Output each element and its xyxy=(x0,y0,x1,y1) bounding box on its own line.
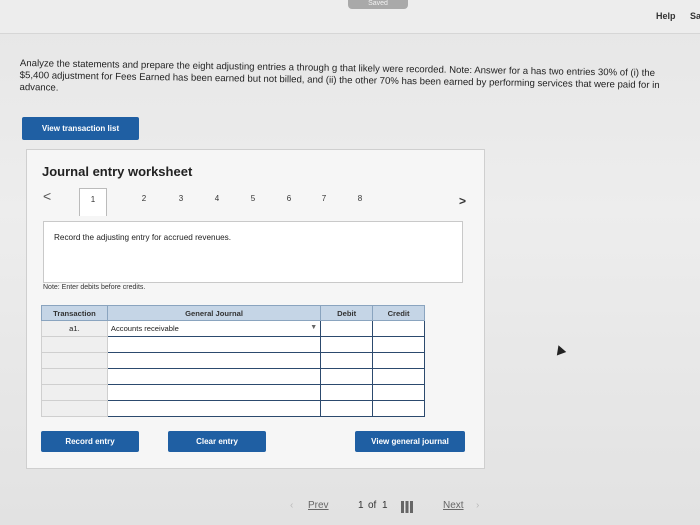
next-entry-chevron-icon[interactable]: > xyxy=(459,194,466,208)
view-general-journal-button[interactable]: View general journal xyxy=(355,431,465,452)
tab-entry-2[interactable]: 2 xyxy=(130,188,158,210)
column-header-transaction: Transaction xyxy=(41,305,108,321)
current-page: 1 xyxy=(358,500,364,511)
debit-input[interactable] xyxy=(320,320,374,337)
credit-input[interactable] xyxy=(372,336,425,353)
dropdown-arrow-icon[interactable]: ▼ xyxy=(310,324,317,331)
clear-entry-button[interactable]: Clear entry xyxy=(168,431,266,452)
entry-prompt: Record the adjusting entry for accrued r… xyxy=(54,233,232,242)
column-header-credit: Credit xyxy=(372,305,425,321)
worksheet-title: Journal entry worksheet xyxy=(42,164,193,179)
entry-note: Note: Enter debits before credits. xyxy=(43,284,146,291)
record-entry-button[interactable]: Record entry xyxy=(41,431,139,452)
account-select[interactable] xyxy=(106,352,322,369)
account-select[interactable] xyxy=(106,336,322,353)
table-row xyxy=(41,352,425,369)
credit-input[interactable] xyxy=(372,352,425,369)
journal-table: Transaction General Journal Debit Credit… xyxy=(41,305,425,417)
of-label: of xyxy=(368,500,377,511)
credit-input[interactable] xyxy=(372,368,425,385)
debit-input[interactable] xyxy=(320,384,374,401)
column-header-general-journal: General Journal xyxy=(106,305,322,321)
debit-input[interactable] xyxy=(320,400,374,417)
saved-indicator: Saved xyxy=(348,0,408,9)
instructions-text: Analyze the statements and prepare the e… xyxy=(19,58,660,94)
table-row: a1. Accounts receivable ▼ xyxy=(41,320,425,337)
transaction-cell: a1. xyxy=(41,320,108,337)
transaction-cell xyxy=(41,368,108,385)
account-select[interactable]: Accounts receivable ▼ xyxy=(106,320,322,337)
chevron-left-icon[interactable]: ‹ xyxy=(290,500,293,511)
save-link[interactable]: Sa xyxy=(690,11,700,21)
debit-input[interactable] xyxy=(320,368,374,385)
previous-entry-chevron-icon[interactable]: < xyxy=(43,188,51,204)
prev-page-link[interactable]: Prev xyxy=(308,500,329,511)
table-row xyxy=(41,384,425,401)
account-select[interactable] xyxy=(106,368,322,385)
column-header-debit: Debit xyxy=(320,305,374,321)
top-bar: Saved Help Sa xyxy=(0,0,700,34)
mouse-cursor-icon xyxy=(553,343,567,356)
account-value: Accounts receivable xyxy=(110,324,179,333)
debit-input[interactable] xyxy=(320,352,374,369)
page-grid-icon[interactable] xyxy=(401,501,413,513)
tab-entry-3[interactable]: 3 xyxy=(167,188,195,210)
debit-input[interactable] xyxy=(320,336,374,353)
tab-entry-1[interactable]: 1 xyxy=(79,188,107,216)
chevron-right-icon[interactable]: › xyxy=(476,500,479,511)
transaction-cell xyxy=(41,336,108,353)
total-pages: 1 xyxy=(382,500,388,511)
table-row xyxy=(41,400,425,417)
next-page-link[interactable]: Next xyxy=(443,500,464,511)
tab-entry-5[interactable]: 5 xyxy=(239,188,267,210)
account-select[interactable] xyxy=(106,400,322,417)
table-row xyxy=(41,368,425,385)
credit-input[interactable] xyxy=(372,384,425,401)
transaction-cell xyxy=(41,400,108,417)
table-row xyxy=(41,336,425,353)
tab-entry-7[interactable]: 7 xyxy=(310,188,338,210)
help-link[interactable]: Help xyxy=(656,11,676,21)
tab-entry-4[interactable]: 4 xyxy=(203,188,231,210)
transaction-cell xyxy=(41,384,108,401)
pagination: ‹ Prev 1 of 1 Next › xyxy=(290,500,550,518)
entry-prompt-box: Record the adjusting entry for accrued r… xyxy=(43,221,463,283)
credit-input[interactable] xyxy=(372,320,425,337)
account-select[interactable] xyxy=(106,384,322,401)
tab-entry-6[interactable]: 6 xyxy=(275,188,303,210)
tab-entry-8[interactable]: 8 xyxy=(346,188,374,210)
credit-input[interactable] xyxy=(372,400,425,417)
transaction-cell xyxy=(41,352,108,369)
journal-entry-worksheet: Journal entry worksheet < 1 2 3 4 5 6 7 … xyxy=(26,149,485,469)
view-transaction-list-button[interactable]: View transaction list xyxy=(22,117,139,140)
